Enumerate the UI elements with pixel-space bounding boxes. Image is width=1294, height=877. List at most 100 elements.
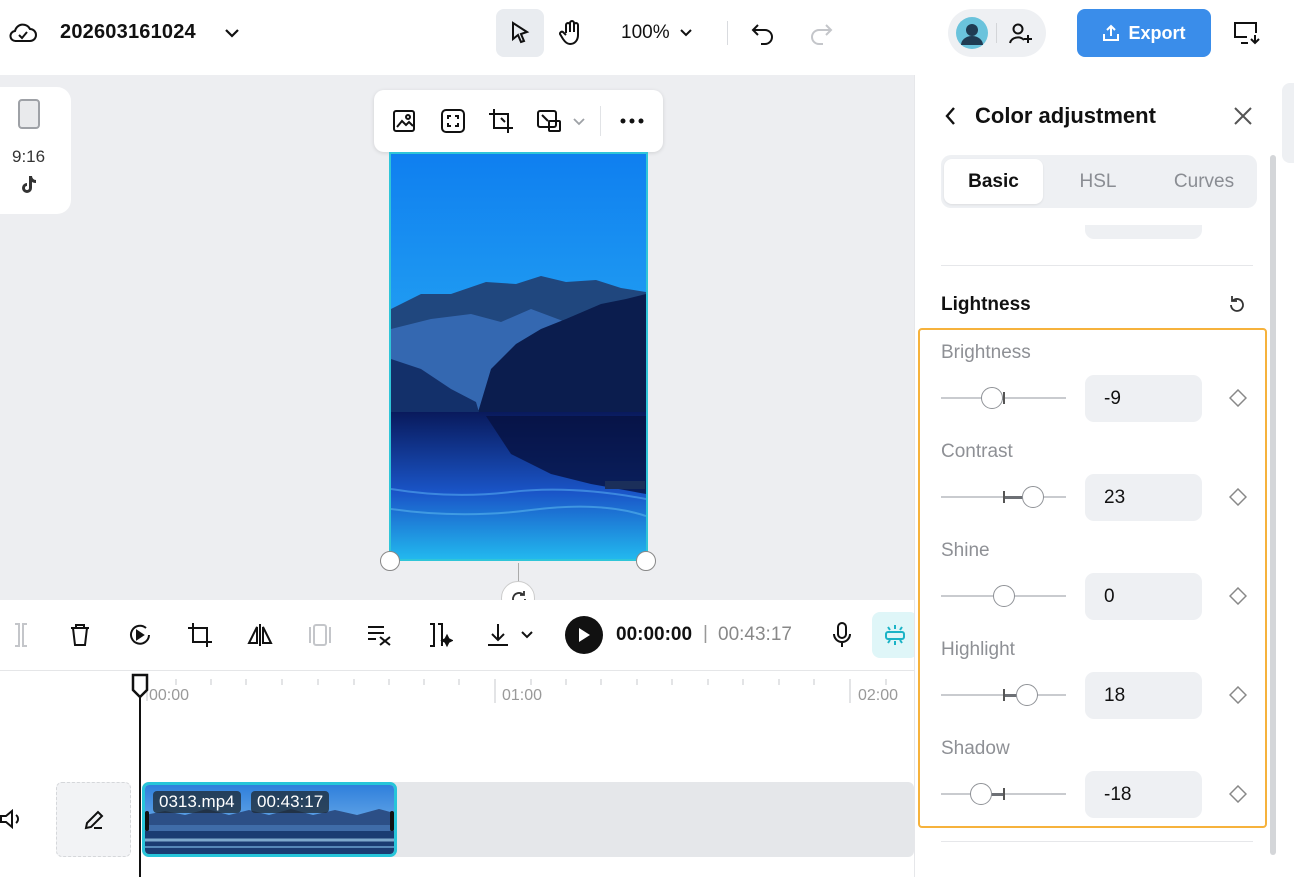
speed-icon[interactable] [125,620,155,650]
clip-trim-left[interactable] [145,811,149,831]
keyframe-diamond-icon[interactable] [1229,587,1247,605]
contrast-value[interactable]: 23 [1085,474,1202,521]
play-button[interactable] [565,616,603,654]
playhead-handle[interactable] [130,673,150,699]
rotate-handle[interactable] [501,581,535,600]
upload-icon [1103,24,1120,41]
resize-handle-bottom-right[interactable] [636,551,656,571]
timeline[interactable]: 00:00 01:00 02:00 0313.mp4 00:43:17 [0,671,914,877]
portrait-frame-icon [18,99,40,129]
resize-handle-bottom-left[interactable] [380,551,400,571]
brightness-zero-mark [1003,392,1005,404]
tab-curves[interactable]: Curves [1153,159,1255,204]
smart-split-icon[interactable] [425,620,455,650]
select-tool-button[interactable] [496,9,544,57]
reset-icon[interactable] [1227,295,1247,315]
project-title[interactable]: 202603161024 [60,21,196,44]
crop-clip-icon[interactable] [185,620,215,650]
more-icon[interactable] [618,112,646,130]
brightness-knob[interactable] [981,387,1003,409]
timecode-separator: | [703,623,708,644]
add-user-icon[interactable] [1008,21,1034,45]
ruler-label: 01:00 [502,687,543,704]
contrast-label: Contrast [941,441,1013,462]
contrast-knob[interactable] [1022,486,1044,508]
rotate-icon [512,591,526,600]
shadow-knob[interactable] [970,783,992,805]
redo-icon[interactable] [808,20,834,46]
panel-scrollbar[interactable] [1270,155,1276,855]
video-preview[interactable] [389,152,648,561]
top-bar: 202603161024 100% Export [0,0,1294,75]
brightness-value[interactable]: -9 [1085,375,1202,422]
highlight-label: Highlight [941,639,1015,660]
toolbar-divider [727,21,728,45]
float-toolbar-divider [600,106,601,136]
ai-magic-button[interactable] [872,612,918,658]
contrast-zero-mark [1003,491,1005,503]
remove-background-icon[interactable] [365,620,395,650]
ruler-label: 00:00 [149,687,190,704]
delete-icon[interactable] [65,620,95,650]
zoom-level[interactable]: 100% [621,22,670,44]
panel-title: Color adjustment [975,103,1156,128]
split-icon[interactable] [6,620,36,650]
microphone-icon[interactable] [827,620,857,650]
video-clip[interactable]: 0313.mp4 00:43:17 [142,782,397,857]
back-chevron-icon[interactable] [943,105,959,127]
export-label: Export [1128,22,1186,43]
canvas-floating-toolbar [374,90,663,152]
add-image-icon[interactable] [392,108,418,134]
rotate-connector [518,563,519,583]
shadow-label: Shadow [941,738,1010,759]
keyframe-diamond-icon[interactable] [1229,488,1247,506]
highlight-knob[interactable] [1016,684,1038,706]
fit-frame-icon[interactable] [440,108,466,134]
pill-divider [996,23,997,43]
keyframe-diamond-icon[interactable] [1229,686,1247,704]
keyframe-diamond-icon[interactable] [1229,389,1247,407]
freeze-icon[interactable] [305,620,335,650]
shine-label: Shine [941,540,990,561]
right-side-strip [1279,75,1294,877]
cloud-sync-icon[interactable] [8,19,38,47]
replace-chevron-icon[interactable] [572,116,586,128]
avatar[interactable] [956,17,988,49]
clip-filename: 0313.mp4 [153,791,241,813]
chevron-down-icon[interactable] [223,25,241,41]
side-tab[interactable] [1282,83,1294,163]
volume-icon[interactable] [0,809,24,829]
shadow-value[interactable]: -18 [1085,771,1202,818]
display-download-icon[interactable] [1232,19,1262,47]
undo-icon[interactable] [750,20,776,46]
collaborators-pill[interactable] [948,9,1046,57]
tab-hsl[interactable]: HSL [1047,159,1149,204]
pencil-icon [84,810,103,829]
shine-knob[interactable] [993,585,1015,607]
download-icon[interactable] [483,620,513,650]
playhead-line[interactable] [139,691,141,877]
landscape-image [391,154,646,559]
keyframe-diamond-icon[interactable] [1229,785,1247,803]
aspect-ratio-label: 9:16 [12,147,46,166]
shine-value[interactable]: 0 [1085,573,1202,620]
download-chevron-icon[interactable] [512,620,542,650]
clip-duration: 00:43:17 [251,791,330,813]
hand-tool-button[interactable] [547,9,595,57]
replace-icon[interactable] [536,108,562,134]
tab-basic[interactable]: Basic [944,159,1043,204]
highlight-value[interactable]: 18 [1085,672,1202,719]
timeline-toolbar: 00:00:00 | 00:43:17 [0,600,918,671]
mirror-icon[interactable] [245,620,275,650]
canvas-area: 9:16 [0,75,914,600]
crop-icon[interactable] [488,108,514,134]
clip-trim-right[interactable] [390,811,394,831]
close-icon[interactable] [1233,106,1253,126]
section-title: Lightness [941,294,1031,315]
brightness-label: Brightness [941,342,1031,363]
cover-edit-tile[interactable] [56,782,131,857]
aspect-ratio-card[interactable]: 9:16 [0,87,71,214]
ruler-label: 02:00 [858,687,899,704]
export-button[interactable]: Export [1077,9,1211,57]
zoom-chevron-icon[interactable] [678,25,694,41]
